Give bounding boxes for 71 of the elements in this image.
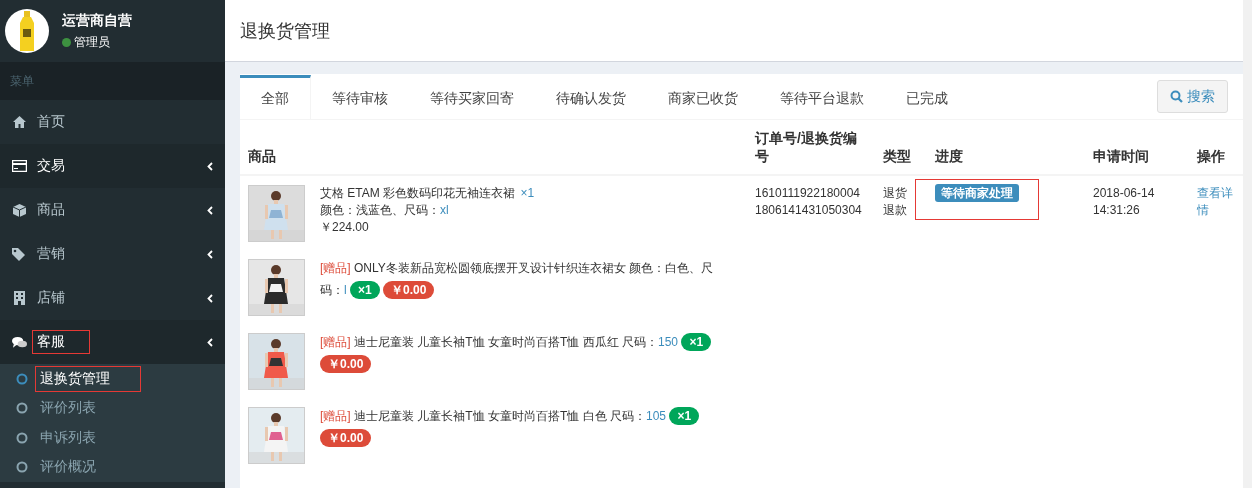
menu-item[interactable]: 首页 xyxy=(0,100,225,144)
search-icon xyxy=(1170,90,1183,103)
tab[interactable]: 等待买家回寄 xyxy=(409,75,535,119)
user-role: 管理员 xyxy=(74,33,110,51)
apply-date: 2018-06-14 xyxy=(1093,185,1156,202)
column-header: 类型 xyxy=(875,120,927,175)
menu-item[interactable]: 交易 xyxy=(0,144,225,188)
tab[interactable]: 已完成 xyxy=(885,75,969,119)
quantity-badge: ×1 xyxy=(350,281,380,299)
chat-icon xyxy=(12,335,27,349)
page-title: 退换货管理 xyxy=(225,0,1243,62)
column-header: 进度 xyxy=(927,120,1085,175)
cube-icon xyxy=(13,203,26,217)
menu-label: 首页 xyxy=(37,113,66,131)
order-number: 1610111922180004 xyxy=(755,185,861,202)
chevron-left-icon xyxy=(207,161,213,171)
menu-label: 营销 xyxy=(37,245,66,263)
submenu-item[interactable]: 申诉列表 xyxy=(0,423,225,453)
menu-label: 交易 xyxy=(37,157,66,175)
view-details-link[interactable]: 查看详情 xyxy=(1197,185,1233,219)
submenu-label: 退换货管理 xyxy=(36,366,140,391)
chevron-left-icon xyxy=(207,337,213,347)
submenu-item[interactable]: 评价列表 xyxy=(0,393,225,423)
chevron-left-icon xyxy=(207,249,213,259)
menu-item[interactable]: 商品 xyxy=(0,188,225,232)
return-number: 1806141431050304 xyxy=(755,202,863,219)
price-badge: ￥0.00 xyxy=(383,281,435,299)
product-info: [赠品] 迪士尼童装 儿童长袖T恤 女童时尚百搭T恤 西瓜红 尺码：150 ×1 ￥0.00 xyxy=(320,331,730,390)
price-badge: ￥0.00 xyxy=(320,429,372,447)
product-info: [赠品] ONLY冬装新品宽松圆领底摆开叉设计针织连衣裙女 颜色：白色、尺码：l ×1 ￥0.00 xyxy=(320,260,715,301)
tab[interactable]: 等待平台退款 xyxy=(759,75,885,119)
submenu-label: 申诉列表 xyxy=(40,428,96,447)
submenu-item[interactable]: 退换货管理 xyxy=(0,364,225,394)
tab[interactable]: 商家已收货 xyxy=(647,75,759,119)
submenu-item[interactable]: 评价概况 xyxy=(0,452,225,482)
menu-item[interactable]: 营销 xyxy=(0,232,225,276)
price-badge: ￥0.00 xyxy=(320,355,372,373)
circle-icon xyxy=(16,402,28,415)
product-info: 艾格 ETAM 彩色数码印花无袖连衣裙 ×1 颜色：浅蓝色、尺码：xl ￥224.00 xyxy=(320,185,536,236)
tab[interactable]: 待确认发货 xyxy=(535,75,647,119)
chevron-left-icon xyxy=(207,205,213,215)
return-type: 退货退款 xyxy=(883,185,908,219)
credit-card-icon xyxy=(12,160,27,172)
menu-item[interactable]: 店铺 xyxy=(0,276,225,320)
tab[interactable]: 等待审核 xyxy=(311,75,409,119)
submenu-label: 评价列表 xyxy=(40,399,96,418)
menu-label: 店铺 xyxy=(37,289,66,307)
scrollbar[interactable] xyxy=(1243,0,1252,488)
menu-label: 商品 xyxy=(37,201,66,219)
menu-item[interactable]: 客服 xyxy=(0,320,225,364)
menu-label: 客服 xyxy=(33,331,89,353)
status-label: 等待商家处理 xyxy=(935,184,1019,202)
quantity-badge: ×1 xyxy=(681,333,712,351)
building-icon xyxy=(14,291,25,305)
menu-header: 菜单 xyxy=(0,62,225,100)
circle-icon xyxy=(16,431,28,444)
user-name: 运营商自营 xyxy=(62,11,132,30)
quantity-badge: ×1 xyxy=(669,407,700,425)
circle-icon xyxy=(16,372,28,385)
bottle-icon xyxy=(20,11,34,51)
product-info: [赠品] 迪士尼童装 儿童长袖T恤 女童时尚百搭T恤 白色 尺码：105 ×1 ￥0.00 xyxy=(320,405,730,464)
column-header: 申请时间 xyxy=(1085,120,1189,175)
column-header: 订单号/退换货编号 xyxy=(747,120,875,175)
submenu-label: 评价概况 xyxy=(40,458,96,477)
column-header: 商品 xyxy=(240,120,747,175)
tab[interactable]: 全部 xyxy=(240,75,311,119)
chevron-left-icon xyxy=(207,293,213,303)
tag-icon xyxy=(12,247,27,261)
home-icon xyxy=(13,116,26,128)
circle-icon xyxy=(16,461,28,474)
apply-time: 14:31:26 xyxy=(1093,202,1141,219)
